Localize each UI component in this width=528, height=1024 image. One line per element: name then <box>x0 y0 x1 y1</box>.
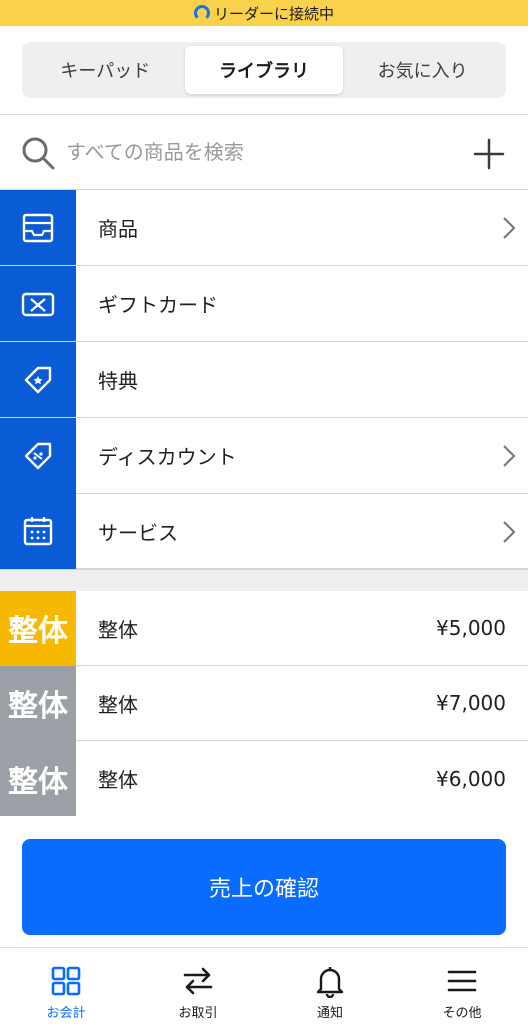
chevron-right-icon <box>503 217 516 239</box>
tab-transactions[interactable]: お取引 <box>132 948 264 1024</box>
category-row-gift-cards[interactable]: ギフトカード <box>0 265 528 342</box>
category-icon-box <box>0 341 76 418</box>
tab-label: お取引 <box>178 1006 218 1021</box>
section-spacer <box>0 569 528 591</box>
loading-spinner-icon <box>193 5 210 21</box>
add-item-plus-icon[interactable] <box>472 137 506 171</box>
category-row-items[interactable]: 商品 <box>0 189 528 266</box>
item-thumbnail: 整体 <box>0 665 76 741</box>
tab-keypad-label: キーパッド <box>60 61 151 82</box>
grid-icon <box>51 966 81 996</box>
transfer-arrows-icon <box>183 967 213 995</box>
category-icon-box <box>0 417 76 494</box>
discount-tag-icon <box>24 442 52 469</box>
category-row-rewards[interactable]: 特典 <box>0 341 528 418</box>
tab-checkout[interactable]: お会計 <box>0 948 132 1024</box>
item-price: ¥6,000 <box>436 766 506 791</box>
item-price: ¥7,000 <box>436 691 506 715</box>
tab-notifications[interactable]: 通知 <box>264 948 396 1024</box>
chevron-right-icon <box>503 445 516 467</box>
bell-icon <box>316 967 344 998</box>
category-label: ギフトカード <box>98 293 218 317</box>
item-row[interactable]: 整体 整体 ¥6,000 <box>0 741 528 816</box>
tab-more[interactable]: その他 <box>396 948 528 1024</box>
search-bar <box>0 115 528 189</box>
category-icon-box <box>0 493 76 569</box>
tab-label: お会計 <box>46 1006 86 1021</box>
tab-label: その他 <box>442 1006 482 1021</box>
inbox-tray-icon <box>22 213 54 242</box>
item-name: 整体 <box>98 692 138 717</box>
category-label: 特典 <box>98 369 138 393</box>
item-name: 整体 <box>98 768 138 792</box>
item-name: 整体 <box>98 617 138 642</box>
calendar-icon <box>23 517 53 546</box>
category-label: ディスカウント <box>98 445 237 469</box>
view-sales-button[interactable]: 売上の確認 <box>22 839 506 935</box>
item-list: 整体 整体 ¥5,000 整体 整体 ¥7,000 整体 整体 ¥6,000 <box>0 590 528 816</box>
category-icon-box <box>0 265 76 342</box>
item-thumbnail: 整体 <box>0 741 76 816</box>
item-price: ¥5,000 <box>436 616 506 640</box>
reader-status-text: リーダーに接続中 <box>213 4 334 23</box>
reader-status-bar: リーダーに接続中 <box>0 0 528 26</box>
tab-library[interactable]: ライブラリ <box>184 46 344 94</box>
category-row-services[interactable]: サービス <box>0 493 528 569</box>
category-label: 商品 <box>98 217 138 241</box>
tab-favorites-label: お気に入り <box>377 61 468 82</box>
tab-favorites[interactable]: お気に入り <box>343 46 502 94</box>
category-list: 商品 ギフトカード 特典 ディスカウント サービス <box>0 189 528 569</box>
tab-keypad[interactable]: キーパッド <box>26 46 185 94</box>
item-thumbnail: 整体 <box>0 590 76 666</box>
bottom-tab-bar: お会計 お取引 通知 その他 <box>0 947 528 1024</box>
search-input[interactable] <box>66 133 446 171</box>
library-segmented-control: キーパッド ライブラリ お気に入り <box>22 42 506 98</box>
category-label: サービス <box>98 520 178 545</box>
category-row-discounts[interactable]: ディスカウント <box>0 417 528 494</box>
gift-card-icon <box>21 292 55 316</box>
item-row[interactable]: 整体 整体 ¥5,000 <box>0 590 528 666</box>
category-icon-box <box>0 189 76 266</box>
menu-icon <box>447 970 477 992</box>
star-tag-icon <box>24 366 52 393</box>
search-icon <box>22 137 55 170</box>
item-row[interactable]: 整体 整体 ¥7,000 <box>0 665 528 741</box>
tab-label: 通知 <box>316 1006 343 1021</box>
tab-library-label: ライブラリ <box>219 61 309 82</box>
chevron-right-icon <box>503 521 516 543</box>
